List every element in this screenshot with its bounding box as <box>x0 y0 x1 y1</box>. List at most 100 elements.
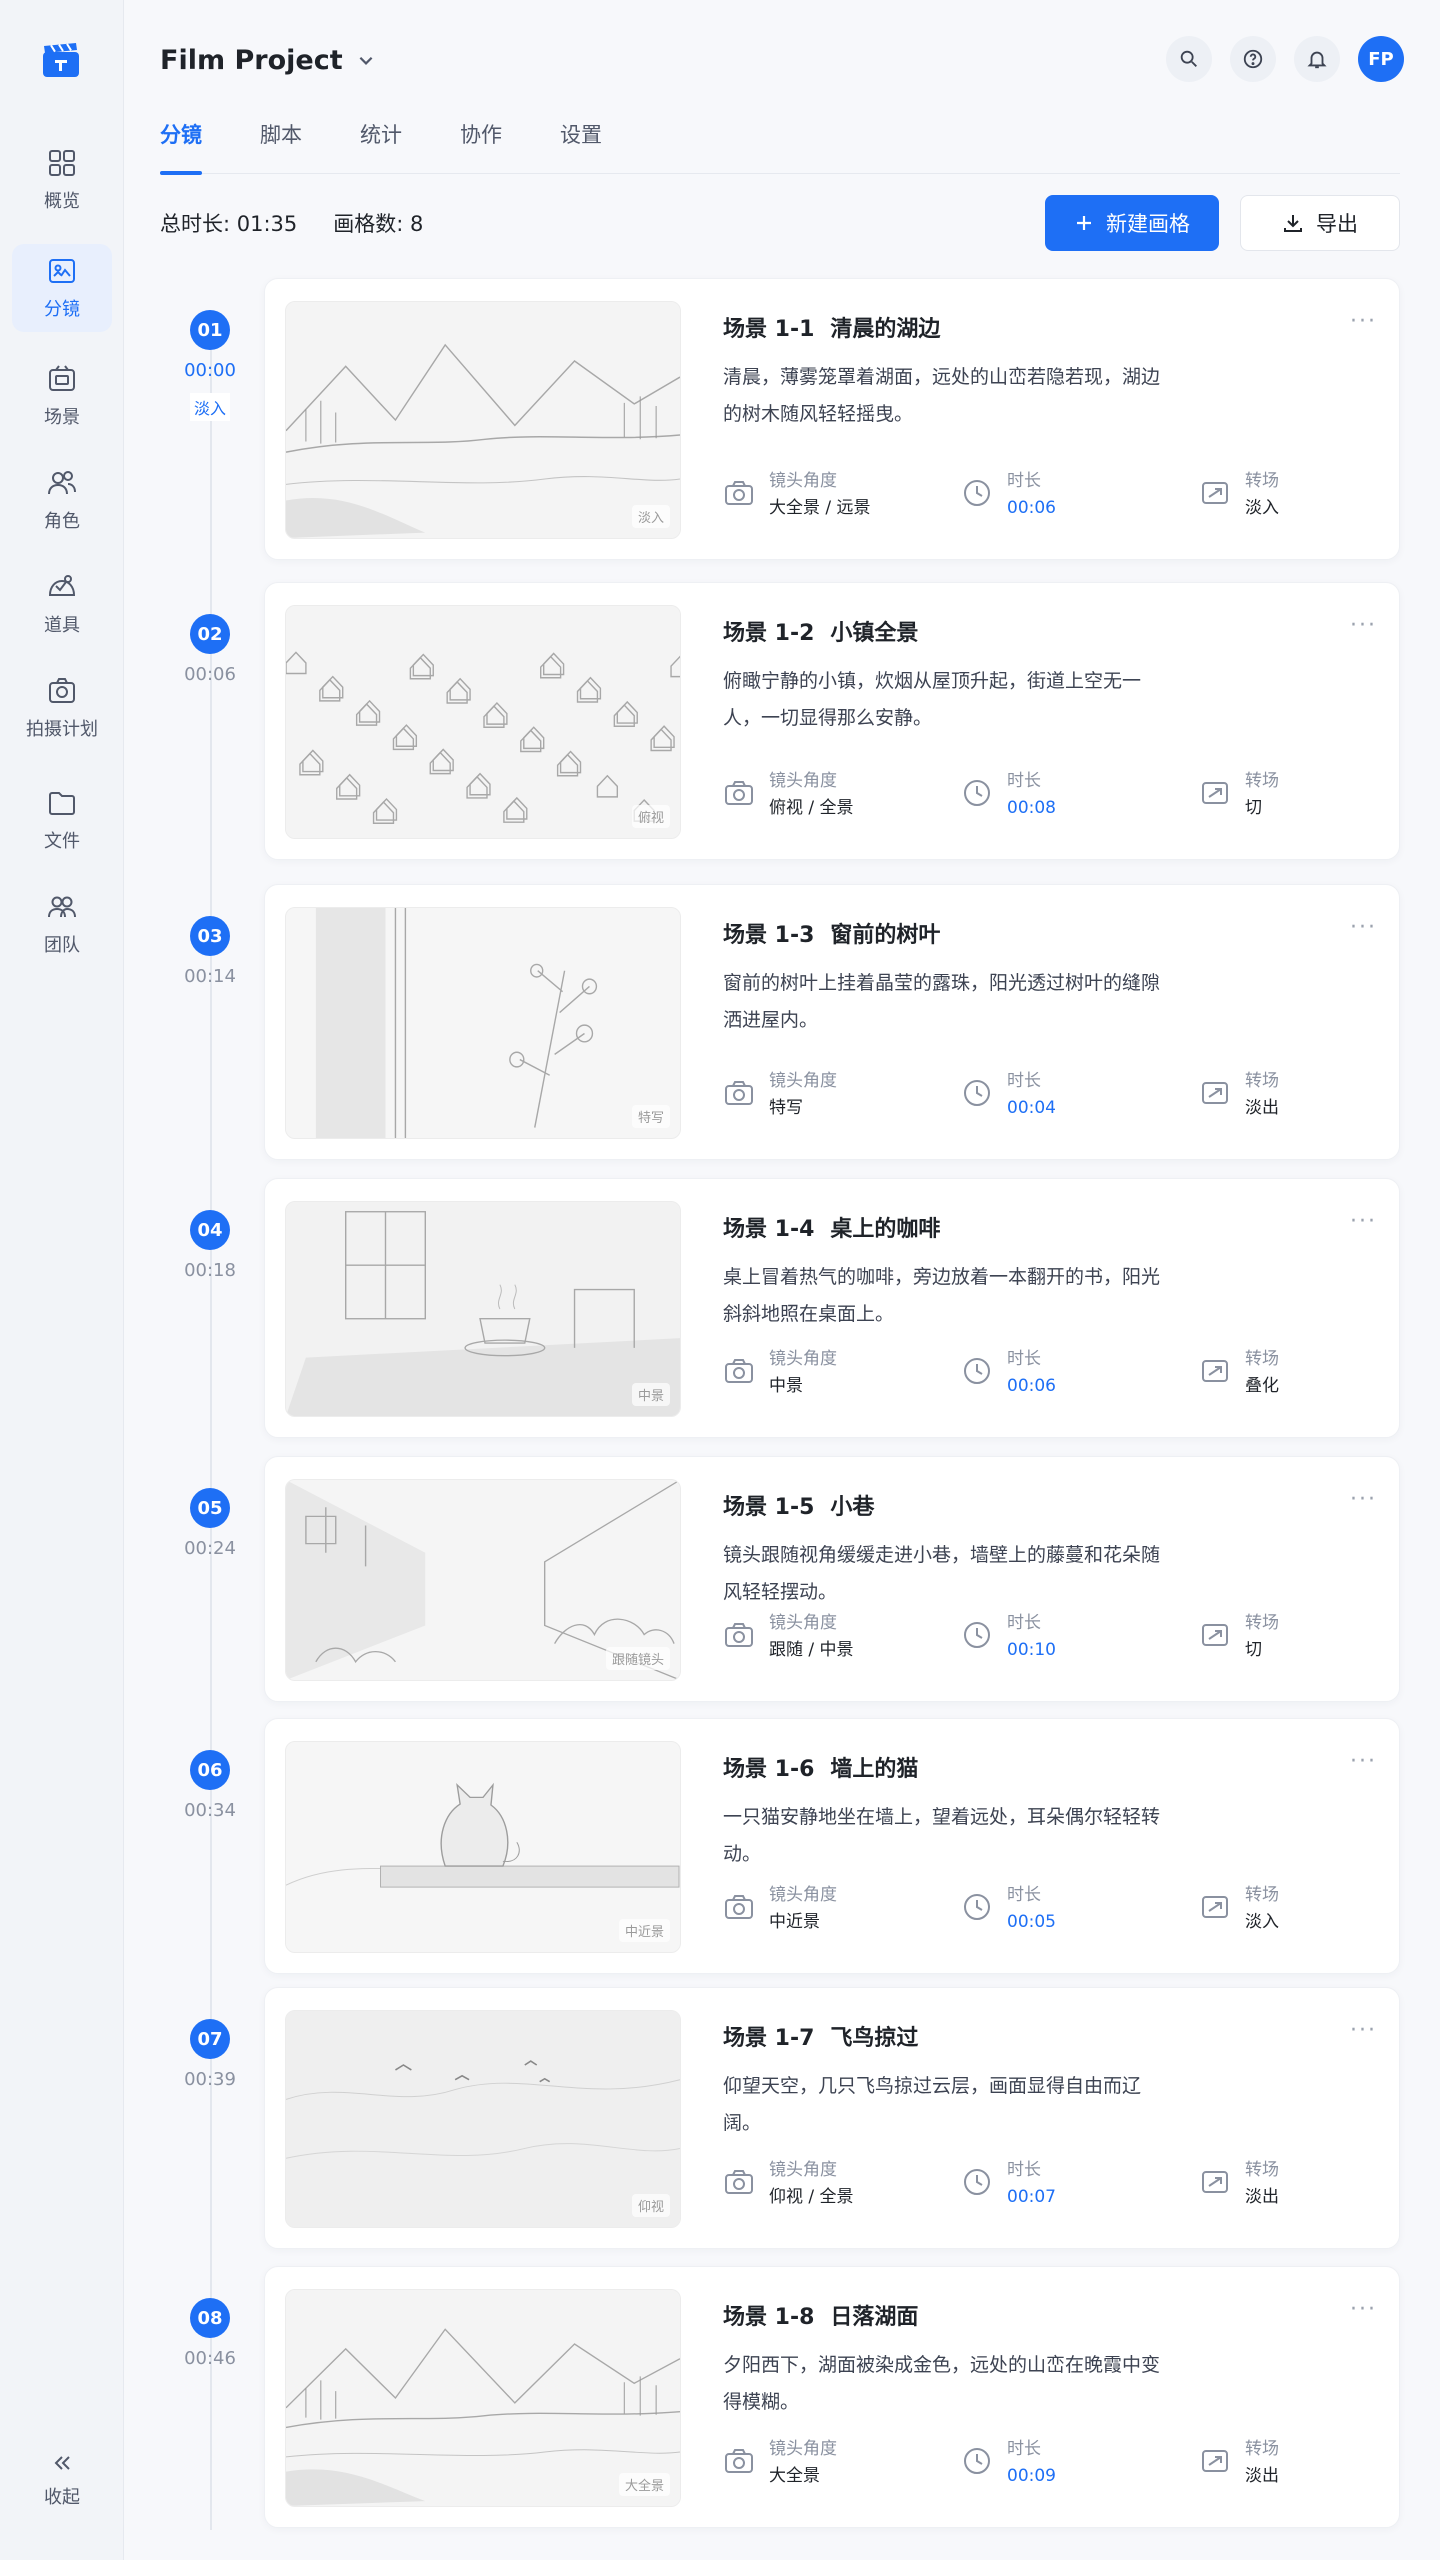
frame-title: 场景 1-5 小巷 <box>723 1489 874 1521</box>
timeline-marker[interactable]: 03 00:14 <box>170 916 250 987</box>
meta-transition-value: 切 <box>1245 1640 1262 1660</box>
frame-meta: 镜头角度 大全景 时长 00:09 转场 淡出 <box>723 2437 1359 2491</box>
meta-transition: 转场 叠化 <box>1199 1347 1359 1401</box>
meta-angle-value: 仰视 / 全景 <box>769 2187 854 2207</box>
frame-scene-name: 小镇全景 <box>830 621 919 646</box>
storyboard-frame-card[interactable]: 跟随镜头 场景 1-5 小巷 ··· 镜头跟随视角缓缓走进小巷，墙壁上的藤蔓和花… <box>264 1456 1400 1702</box>
tab-settings[interactable]: 设置 <box>560 108 602 174</box>
storyboard-frame-card[interactable]: 仰视 场景 1-7 飞鸟掠过 ··· 仰望天空，几只飞鸟掠过云层，画面显得自由而… <box>264 1987 1400 2249</box>
storyboard-frame-card[interactable]: 中景 场景 1-4 桌上的咖啡 ··· 桌上冒着热气的咖啡，旁边放着一本翻开的书… <box>264 1178 1400 1438</box>
frame-title: 场景 1-4 桌上的咖啡 <box>723 1211 940 1243</box>
sidebar-item-overview[interactable]: 概览 <box>12 136 112 224</box>
project-switcher[interactable]: Film Project <box>160 40 375 80</box>
frame-scene-id: 场景 1-3 <box>723 923 815 948</box>
sidebar-item-scenes[interactable]: 场景 <box>12 352 112 440</box>
meta-label: 时长 <box>1007 1349 1041 1369</box>
user-avatar[interactable]: FP <box>1358 36 1404 82</box>
storyboard-frame-card[interactable]: 淡入 场景 1-1 清晨的湖边 ··· 清晨，薄雾笼罩着湖面，远处的山峦若隐若现… <box>264 278 1400 560</box>
collapse-label: 收起 <box>44 2487 80 2508</box>
meta-angle-value: 跟随 / 中景 <box>769 1640 854 1660</box>
storyboard-frame-card[interactable]: 特写 场景 1-3 窗前的树叶 ··· 窗前的树叶上挂着晶莹的露珠，阳光透过树叶… <box>264 884 1400 1160</box>
frame-description: 俯瞰宁静的小镇，炊烟从屋顶升起，街道上空无一人，一切显得那么安静。 <box>723 670 1142 729</box>
frame-number-badge: 03 <box>190 916 230 956</box>
timeline-marker[interactable]: 07 00:39 <box>170 2019 250 2090</box>
meta-duration-value: 00:08 <box>1007 798 1056 818</box>
storyboard-frame-card[interactable]: 俯视 场景 1-2 小镇全景 ··· 俯瞰宁静的小镇，炊烟从屋顶升起，街道上空无… <box>264 582 1400 860</box>
collapse-sidebar-button[interactable]: 收起 <box>12 2440 112 2520</box>
frame-thumbnail[interactable]: 淡入 <box>285 301 681 539</box>
help-icon <box>1243 49 1263 69</box>
sidebar-item-label: 道具 <box>44 615 80 636</box>
meta-duration: 时长 00:09 <box>961 2437 1199 2491</box>
timeline-marker[interactable]: 05 00:24 <box>170 1488 250 1559</box>
transition-icon <box>1199 1355 1231 1387</box>
export-label: 导出 <box>1316 212 1358 236</box>
meta-label: 时长 <box>1007 1613 1041 1633</box>
meta-angle-value: 特写 <box>769 1098 803 1118</box>
export-button[interactable]: 导出 <box>1240 195 1400 251</box>
timeline-transition-tag: 淡入 <box>189 393 230 421</box>
meta-angle: 镜头角度 特写 <box>723 1069 961 1123</box>
meta-angle: 镜头角度 中近景 <box>723 1883 961 1937</box>
sidebar-item-files[interactable]: 文件 <box>12 776 112 864</box>
meta-label: 转场 <box>1245 1349 1279 1369</box>
more-options-icon[interactable]: ··· <box>1350 2299 1377 2321</box>
help-button[interactable] <box>1230 36 1276 82</box>
app-logo-icon[interactable] <box>42 42 80 78</box>
more-options-icon[interactable]: ··· <box>1350 917 1377 939</box>
tab-script[interactable]: 脚本 <box>260 108 302 174</box>
camera-plan-icon <box>49 678 75 703</box>
frame-start-time: 00:18 <box>184 1260 236 1281</box>
sidebar-item-team[interactable]: 团队 <box>12 880 112 968</box>
frame-thumbnail[interactable]: 跟随镜头 <box>285 1479 681 1681</box>
more-options-icon[interactable]: ··· <box>1350 1751 1377 1773</box>
timeline-marker[interactable]: 04 00:18 <box>170 1210 250 1281</box>
storyboard-frame-card[interactable]: 中近景 场景 1-6 墙上的猫 ··· 一只猫安静地坐在墙上，望着远处，耳朵偶尔… <box>264 1718 1400 1974</box>
bell-icon <box>1307 51 1327 69</box>
storyboard-frame-card[interactable]: 大全景 场景 1-8 日落湖面 ··· 夕阳西下，湖面被染成金色，远处的山峦在晚… <box>264 2266 1400 2528</box>
sidebar-item-label: 文件 <box>44 831 80 852</box>
sidebar-item-label: 角色 <box>44 511 80 532</box>
frame-description: 窗前的树叶上挂着晶莹的露珠，阳光透过树叶的缝隙洒进屋内。 <box>723 972 1161 1031</box>
more-options-icon[interactable]: ··· <box>1350 311 1377 333</box>
camera-icon <box>723 1619 755 1651</box>
frame-description: 夕阳西下，湖面被染成金色，远处的山峦在晚霞中变得模糊。 <box>723 2354 1161 2413</box>
sidebar-item-characters[interactable]: 角色 <box>12 456 112 544</box>
frame-thumbnail[interactable]: 俯视 <box>285 605 681 839</box>
new-frame-button[interactable]: 新建画格 <box>1045 195 1219 251</box>
sidebar-item-shoot-plan[interactable]: 拍摄计划 <box>12 664 112 752</box>
tab-storyboard[interactable]: 分镜 <box>160 108 202 175</box>
timeline-marker[interactable]: 06 00:34 <box>170 1750 250 1821</box>
more-options-icon[interactable]: ··· <box>1350 1489 1377 1511</box>
chevron-down-icon <box>359 56 373 65</box>
more-options-icon[interactable]: ··· <box>1350 615 1377 637</box>
transition-icon <box>1199 2445 1231 2477</box>
sidebar-item-label: 概览 <box>44 191 80 212</box>
search-button[interactable] <box>1166 36 1212 82</box>
more-options-icon[interactable]: ··· <box>1350 2020 1377 2042</box>
frame-title: 场景 1-3 窗前的树叶 <box>723 917 940 949</box>
frame-scene-id: 场景 1-6 <box>723 1757 815 1782</box>
notifications-button[interactable] <box>1294 36 1340 82</box>
tab-collaboration[interactable]: 协作 <box>460 108 502 174</box>
tab-statistics[interactable]: 统计 <box>360 108 402 174</box>
meta-duration: 时长 00:05 <box>961 1883 1199 1937</box>
frame-thumbnail[interactable]: 中近景 <box>285 1741 681 1953</box>
frame-scene-name: 小巷 <box>830 1495 875 1520</box>
frame-start-time: 00:24 <box>184 1538 236 1559</box>
sidebar-item-props[interactable]: 道具 <box>12 560 112 648</box>
frame-thumbnail[interactable]: 中景 <box>285 1201 681 1417</box>
frame-thumbnail[interactable]: 特写 <box>285 907 681 1139</box>
timeline-marker[interactable]: 02 00:06 <box>170 614 250 685</box>
meta-transition-value: 叠化 <box>1245 1376 1279 1396</box>
frame-thumbnail[interactable]: 仰视 <box>285 2010 681 2228</box>
timeline-marker[interactable]: 01 00:00 淡入 <box>170 310 250 421</box>
sidebar-item-storyboard[interactable]: 分镜 <box>12 244 112 332</box>
more-options-icon[interactable]: ··· <box>1350 1211 1377 1233</box>
plus-icon <box>1077 216 1091 230</box>
sidebar-item-label: 分镜 <box>44 299 80 320</box>
frame-thumbnail[interactable]: 大全景 <box>285 2289 681 2507</box>
frame-description: 清晨，薄雾笼罩着湖面，远处的山峦若隐若现，湖边的树木随风轻轻摇曳。 <box>723 366 1161 425</box>
timeline-marker[interactable]: 08 00:46 <box>170 2298 250 2369</box>
meta-label: 镜头角度 <box>769 1885 837 1905</box>
